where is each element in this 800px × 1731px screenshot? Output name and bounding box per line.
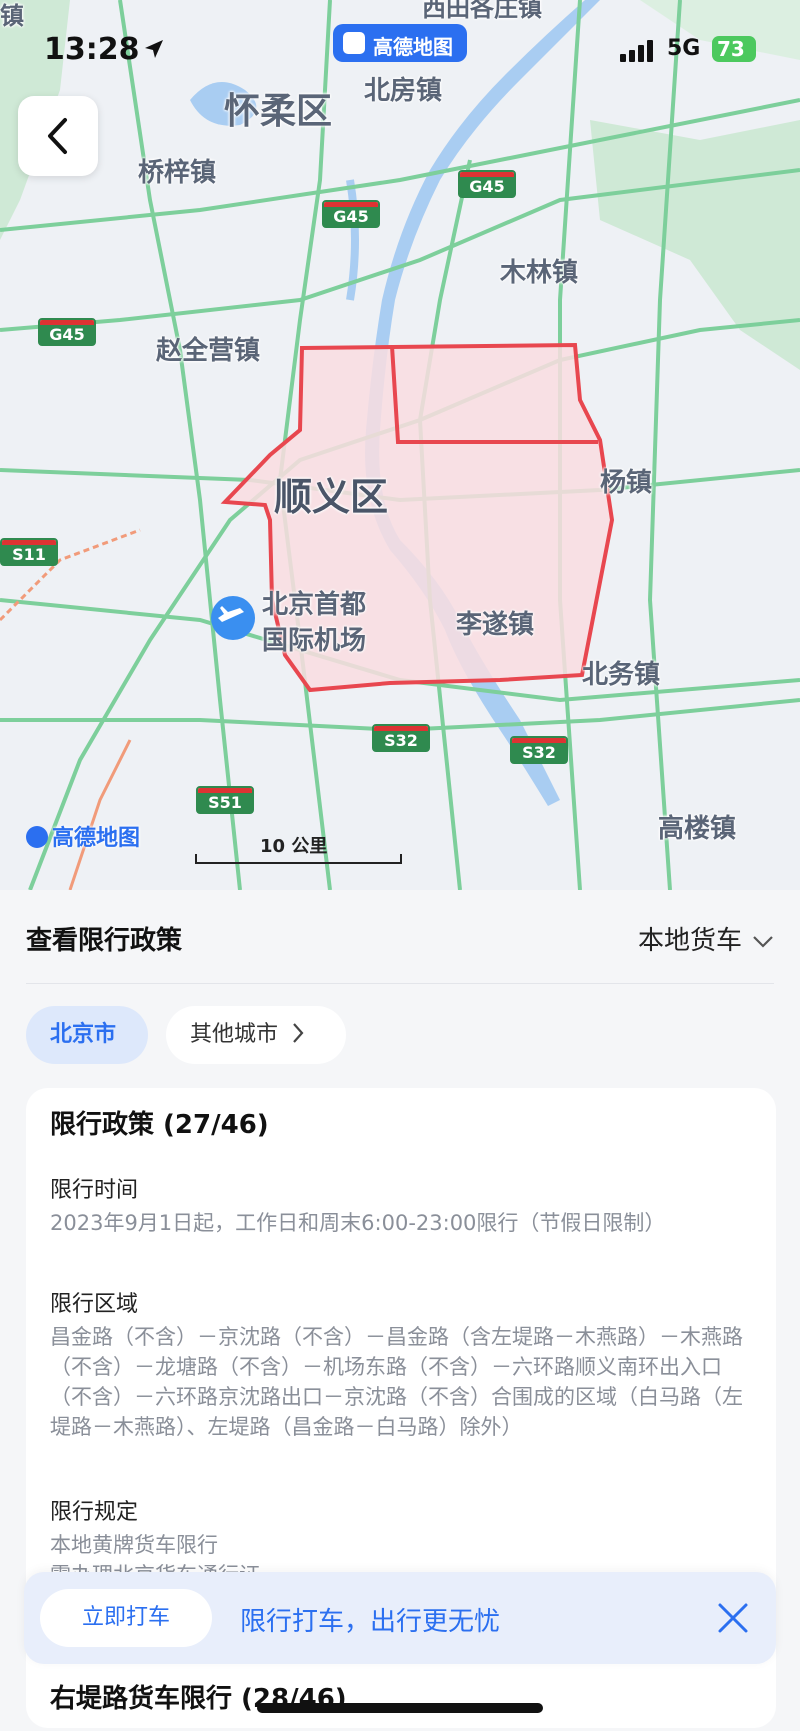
- rule-section-title: 限行规定: [50, 1500, 139, 1525]
- map-label-qiaozi: 桥梓镇: [138, 158, 217, 188]
- home-indicator[interactable]: [257, 1703, 543, 1713]
- status-bar: 13:28 高德地图 5G 73: [0, 20, 800, 80]
- road-shield-g45: G45: [458, 170, 516, 198]
- chevron-right-icon: [293, 1023, 304, 1043]
- time-section-body: 2023年9月1日起，工作日和周末6:00-23:00限行（节假日限制）: [50, 1211, 666, 1235]
- map-scale: 10 公里: [195, 832, 402, 866]
- city-tab-other[interactable]: 其他城市: [166, 1006, 346, 1064]
- battery-indicator: 73: [712, 36, 756, 62]
- back-button[interactable]: [18, 96, 98, 176]
- network-type: 5G: [667, 36, 701, 61]
- time-section-title: 限行时间: [50, 1178, 139, 1203]
- chevron-left-icon: [48, 118, 67, 154]
- map-label-gaolou: 高楼镇: [658, 814, 737, 844]
- road-shield-s11: S11: [0, 538, 58, 566]
- amap-logo-icon: [26, 826, 48, 848]
- road-shield-s32: S32: [372, 724, 430, 752]
- cellular-signal-icon: [620, 40, 653, 62]
- chevron-down-icon: [753, 936, 773, 948]
- panel-title: 查看限行政策: [26, 926, 183, 956]
- road-shield-s51: S51: [196, 786, 254, 814]
- divider: [26, 983, 774, 984]
- status-time: 13:28: [44, 32, 140, 67]
- policy-panel: 查看限行政策 本地货车 北京市 其他城市 限行政策 (27/46) 限行时间 2…: [0, 890, 800, 1731]
- map-label-huairou: 怀柔区: [224, 91, 333, 132]
- map-label-mulin: 木林镇: [500, 258, 579, 288]
- area-section-title: 限行区域: [50, 1292, 139, 1317]
- rule-line-1: 本地黄牌货车限行: [50, 1533, 218, 1557]
- map-label-shunyi: 顺义区: [274, 475, 389, 519]
- location-arrow-icon: [145, 40, 163, 58]
- road-shield-s32: S32: [510, 736, 568, 764]
- map-label-zhaoquanying: 赵全营镇: [156, 336, 261, 366]
- amap-app-icon: [343, 32, 365, 54]
- road-shield-g45: G45: [38, 318, 96, 346]
- city-tab-beijing[interactable]: 北京市: [26, 1006, 148, 1064]
- policy-card-title: 限行政策 (27/46): [50, 1110, 269, 1140]
- map-label-lisui: 李遂镇: [456, 610, 535, 640]
- close-icon[interactable]: [716, 1601, 750, 1635]
- area-section-body: 昌金路（不含）－京沈路（不含）－昌金路（含左堤路－木燕路）－木燕路（不含）－龙塘…: [50, 1325, 743, 1439]
- promo-message: 限行打车，出行更无忧: [240, 1607, 501, 1637]
- map-label-beiwu: 北务镇: [582, 660, 661, 690]
- map-canvas: [0, 0, 800, 890]
- vehicle-type-dropdown[interactable]: 本地货车: [638, 920, 774, 957]
- amap-brand-pill[interactable]: 高德地图: [333, 24, 467, 62]
- map-label-airport-2: 国际机场: [262, 626, 367, 656]
- map-label-airport-1: 北京首都: [262, 590, 367, 620]
- map-label-yangzhen: 杨镇: [600, 468, 653, 498]
- map-logo: 高德地图: [26, 820, 140, 852]
- taxi-promo-banner: 立即打车 限行打车，出行更无忧: [24, 1572, 776, 1664]
- hail-taxi-button[interactable]: 立即打车: [40, 1589, 212, 1647]
- road-shield-g45: G45: [322, 200, 380, 228]
- map-view[interactable]: 镇 西田各庄镇 怀柔区 北房镇 桥梓镇 木林镇 赵全营镇 顺义区 杨镇 北京首都…: [0, 0, 800, 890]
